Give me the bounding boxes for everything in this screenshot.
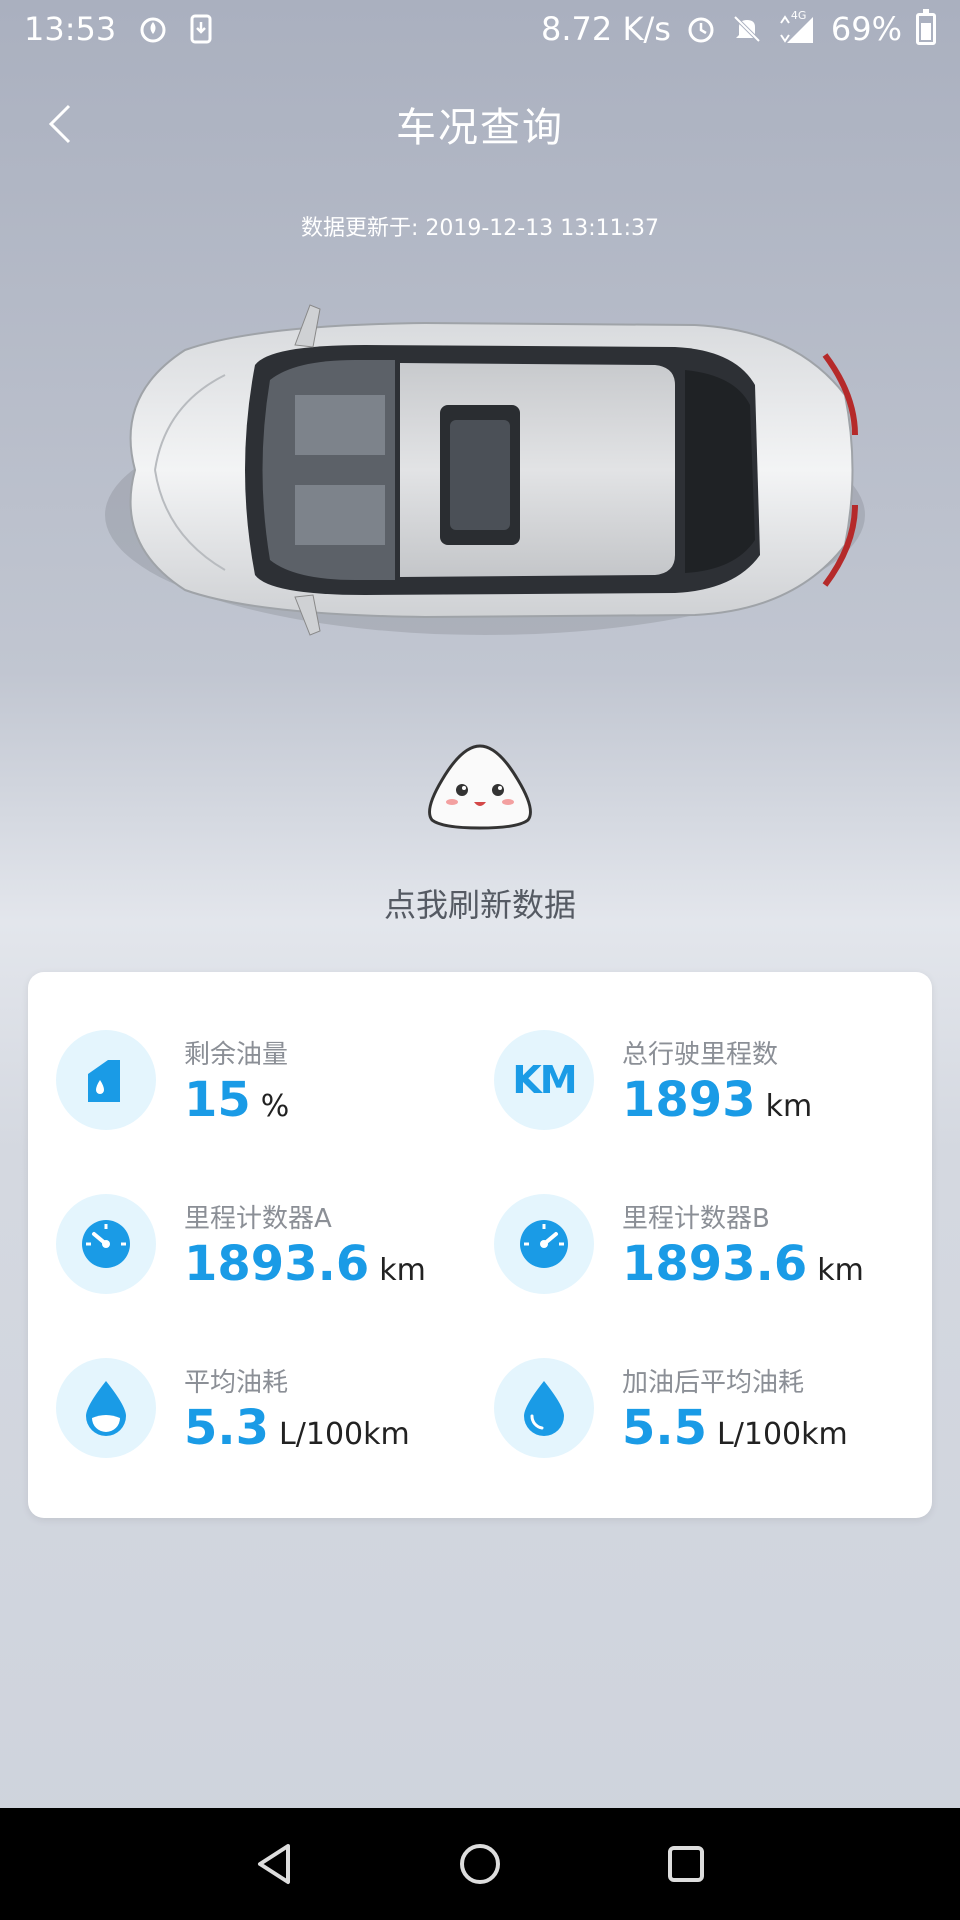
update-timestamp: 2019-12-13 13:11:37 — [425, 216, 660, 241]
fire-icon — [138, 14, 168, 44]
back-button[interactable] — [30, 94, 90, 154]
metric-label: 里程计数器B — [622, 1204, 770, 1234]
gauge-b-icon — [494, 1194, 594, 1294]
half-drop-icon — [56, 1358, 156, 1458]
metric-value: 1893 — [622, 1072, 756, 1128]
refresh-button[interactable]: 点我刷新数据 — [0, 880, 960, 926]
download-icon — [190, 14, 212, 44]
update-label: 数据更新于: — [300, 216, 419, 241]
metric-label: 平均油耗 — [184, 1368, 289, 1398]
refresh-mascot[interactable] — [418, 740, 542, 832]
metric-total-mileage: KM 总行驶里程数 1893 km — [480, 1030, 910, 1140]
metric-trip-a: 里程计数器A 1893.6 km — [42, 1194, 472, 1304]
gauge-a-icon — [56, 1194, 156, 1294]
km-icon-text: KM — [512, 1058, 577, 1102]
chevron-left-icon — [48, 104, 71, 144]
network-speed: 8.72 K/s — [541, 10, 671, 48]
metric-label: 剩余油量 — [184, 1040, 289, 1070]
metric-label: 里程计数器A — [184, 1204, 332, 1234]
mute-icon — [731, 13, 763, 45]
metric-unit: L/100km — [279, 1417, 410, 1452]
nav-back-button[interactable] — [246, 1836, 302, 1892]
km-icon: KM — [494, 1030, 594, 1130]
system-nav-bar — [0, 1808, 960, 1920]
metric-value: 5.3 — [184, 1400, 270, 1456]
metric-unit: km — [817, 1253, 864, 1288]
header: 车况查询 — [0, 80, 960, 168]
metrics-card: 剩余油量 15% KM 总行驶里程数 1893 km 里程计数器A 1893.6… — [28, 972, 932, 1518]
metric-value: 5.5 — [622, 1400, 708, 1456]
circle-home-icon — [460, 1844, 500, 1884]
nav-recents-button[interactable] — [658, 1836, 714, 1892]
battery-icon — [916, 9, 936, 45]
update-info: 数据更新于: 2019-12-13 13:11:37 — [0, 210, 960, 242]
metric-unit: km — [379, 1253, 426, 1288]
nav-home-button[interactable] — [452, 1836, 508, 1892]
metric-trip-b: 里程计数器B 1893.6 km — [480, 1194, 910, 1304]
metric-unit: km — [765, 1089, 813, 1124]
square-recents-icon — [668, 1846, 704, 1882]
signal-icon: 4G — [777, 9, 817, 45]
network-type: 4G — [790, 9, 807, 22]
metric-fuel-remaining: 剩余油量 15% — [42, 1030, 472, 1140]
metric-unit: L/100km — [717, 1417, 848, 1452]
status-bar: 13:53 8.72 K/s 4G 69% — [0, 0, 960, 58]
metric-avg-consumption: 平均油耗 5.3 L/100km — [42, 1358, 472, 1468]
full-drop-icon — [494, 1358, 594, 1458]
fuel-can-icon — [56, 1030, 156, 1130]
status-time: 13:53 — [24, 10, 117, 48]
metric-unit: % — [260, 1089, 290, 1124]
alarm-icon — [685, 13, 717, 45]
metric-label: 加油后平均油耗 — [622, 1368, 805, 1398]
car-image — [95, 285, 865, 655]
metric-value: 15 — [184, 1072, 251, 1128]
triangle-back-icon — [258, 1844, 290, 1884]
battery-percent: 69% — [830, 10, 902, 48]
metric-value: 1893.6 — [622, 1236, 808, 1292]
metric-avg-after-refuel: 加油后平均油耗 5.5 L/100km — [480, 1358, 910, 1468]
metric-value: 1893.6 — [184, 1236, 370, 1292]
page-title: 车况查询 — [396, 105, 564, 151]
metric-label: 总行驶里程数 — [622, 1040, 779, 1070]
